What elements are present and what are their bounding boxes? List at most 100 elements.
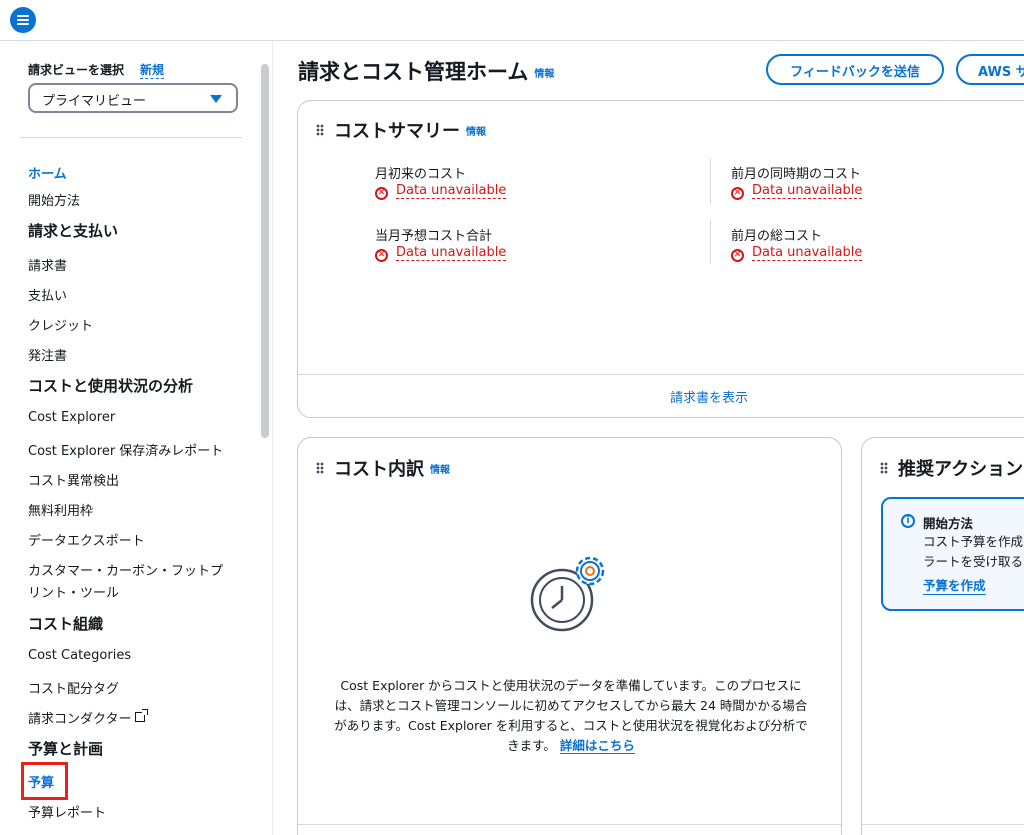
sidebar-item[interactable]: コスト配分タグ: [28, 678, 119, 697]
cost-summary-title-text: コストサマリー: [334, 121, 460, 142]
card-footer-divider: [862, 824, 1024, 825]
sidebar-item-label: Cost Categories: [28, 648, 132, 663]
sidebar-section-heading: コスト組織: [28, 613, 103, 634]
cost-breakdown-info-link[interactable]: 情報: [430, 465, 450, 476]
external-link-icon: [135, 709, 149, 722]
metric-label: 前月の総コスト: [731, 229, 823, 244]
sidebar-item[interactable]: クレジット: [28, 315, 93, 334]
alert-title: 開始方法: [923, 516, 974, 531]
sidebar-item-label: 開始方法: [28, 194, 81, 209]
highlight-box: [21, 762, 68, 800]
get-started-alert: i 開始方法 コスト予算を作成 ラートを受け取る 予算を作成: [881, 497, 1024, 611]
cost-breakdown-card: [297, 437, 842, 835]
new-view-link[interactable]: 新規: [140, 61, 165, 79]
page-title: 請求とコスト管理ホーム 情報: [298, 56, 554, 86]
error-icon: ✕: [731, 249, 744, 262]
sidebar-item-label: 請求書: [28, 259, 68, 274]
metric-value-text: Data unavailable: [752, 245, 863, 261]
cost-summary-title: コストサマリー 情報: [316, 117, 486, 143]
sidebar-item-label: クレジット: [28, 319, 94, 334]
metric-label: 月初来のコスト: [375, 167, 467, 182]
sidebar-divider: [272, 41, 273, 835]
create-budget-link[interactable]: 予算を作成: [923, 575, 986, 595]
hamburger-menu-icon[interactable]: [10, 7, 36, 33]
sidebar-item-label: 予算と計画: [28, 740, 104, 758]
metric-value-text: Data unavailable: [396, 183, 507, 199]
sidebar-item[interactable]: Cost Explorer 保存済みレポート: [28, 440, 223, 459]
sidebar-item[interactable]: ホーム: [28, 163, 67, 182]
sidebar-item[interactable]: データエクスポート: [28, 530, 145, 549]
sidebar-item[interactable]: Cost Categories: [28, 648, 131, 663]
card-footer-divider: [298, 824, 841, 825]
sidebar-section-heading: コストと使用状況の分析: [28, 375, 193, 396]
drag-handle-icon[interactable]: [880, 462, 888, 474]
metric-value-text: Data unavailable: [396, 245, 507, 261]
metric-value[interactable]: ✕ Data unavailable: [375, 183, 507, 200]
learn-more-link[interactable]: 詳細はこちら: [559, 738, 635, 754]
sidebar-item[interactable]: 発注書: [28, 345, 67, 364]
sidebar-item-label: コスト組織: [28, 615, 104, 633]
sidebar-item-label: 支払い: [28, 289, 68, 304]
sidebar-separator: [20, 137, 242, 138]
cost-breakdown-title-text: コスト内訳: [334, 459, 424, 480]
error-icon: ✕: [375, 249, 388, 262]
sidebar-item-label: 発注書: [28, 349, 68, 364]
error-icon: ✕: [375, 187, 388, 200]
sidebar-item[interactable]: 請求コンダクター: [28, 708, 149, 727]
metric-separator: [710, 220, 711, 264]
metric-label: 前月の同時期のコスト: [731, 167, 862, 182]
sidebar-item-label: コスト異常検出: [28, 474, 120, 489]
sidebar-scrollbar[interactable]: [261, 64, 269, 438]
alert-text-line: コスト予算を作成: [923, 534, 1024, 549]
recommended-title-text: 推奨アクション: [898, 459, 1024, 480]
cost-summary-info-link[interactable]: 情報: [466, 127, 486, 138]
card-footer-divider: [298, 374, 1024, 375]
metric-separator: [710, 158, 711, 204]
sidebar-item-label: 請求コンダクター: [28, 712, 132, 727]
metric-value[interactable]: ✕ Data unavailable: [731, 183, 863, 200]
error-icon: ✕: [731, 187, 744, 200]
alert-text: コスト予算を作成 ラートを受け取る: [923, 532, 1023, 572]
sidebar-item-label: リント・ツール: [28, 586, 120, 601]
sidebar-item[interactable]: 請求書: [28, 255, 67, 274]
view-bills-link[interactable]: 請求書を表示: [670, 387, 748, 406]
sidebar-item-label: 請求と支払い: [28, 222, 119, 240]
top-navigation-bar: [0, 0, 1024, 41]
billing-view-value: プライマリビュー: [42, 94, 147, 109]
recommended-actions-title: 推奨アクション: [880, 455, 1023, 481]
sidebar-item[interactable]: 無料利用枠: [28, 500, 93, 519]
sidebar-item-label: Cost Explorer: [28, 410, 116, 425]
sidebar-section-heading: 予算と計画: [28, 738, 103, 759]
billing-view-label: 請求ビューを選択: [28, 63, 125, 77]
sidebar-item[interactable]: リント・ツール: [28, 582, 119, 601]
sidebar-item[interactable]: 開始方法: [28, 190, 80, 209]
send-feedback-button[interactable]: フィードバックを送信: [766, 54, 944, 85]
drag-handle-icon[interactable]: [316, 124, 324, 136]
sidebar-item[interactable]: コスト異常検出: [28, 470, 119, 489]
cost-breakdown-title: コスト内訳 情報: [316, 455, 450, 481]
billing-view-select[interactable]: プライマリビュー: [28, 83, 238, 113]
info-icon: i: [901, 514, 915, 528]
drag-handle-icon[interactable]: [316, 462, 324, 474]
sidebar-item-label: コスト配分タグ: [28, 682, 120, 697]
sidebar-item-label: ホーム: [28, 167, 67, 182]
metric-value[interactable]: ✕ Data unavailable: [731, 245, 863, 262]
caret-down-icon: [210, 95, 222, 103]
metric-value[interactable]: ✕ Data unavailable: [375, 245, 507, 262]
sidebar-item-label: 無料利用枠: [28, 504, 94, 519]
sidebar-item-label: データエクスポート: [28, 534, 145, 549]
page-info-link[interactable]: 情報: [534, 69, 554, 80]
clock-gear-icon: [530, 556, 605, 632]
metric-value-text: Data unavailable: [752, 183, 863, 199]
aws-support-button[interactable]: AWS サ: [956, 54, 1024, 85]
alert-text-line: ラートを受け取る: [923, 554, 1024, 569]
sidebar-item-label: コストと使用状況の分析: [28, 377, 194, 395]
sidebar-item[interactable]: Cost Explorer: [28, 410, 115, 425]
sidebar-item[interactable]: カスタマー・カーボン・フットプ: [28, 560, 223, 579]
sidebar-item[interactable]: 予算レポート: [28, 802, 106, 821]
sidebar-item-label: Cost Explorer 保存済みレポート: [28, 444, 224, 459]
metric-label: 当月予想コスト合計: [375, 229, 493, 244]
sidebar-section-heading: 請求と支払い: [28, 220, 118, 241]
sidebar-item[interactable]: 支払い: [28, 285, 67, 304]
page-title-text: 請求とコスト管理ホーム: [298, 60, 529, 84]
